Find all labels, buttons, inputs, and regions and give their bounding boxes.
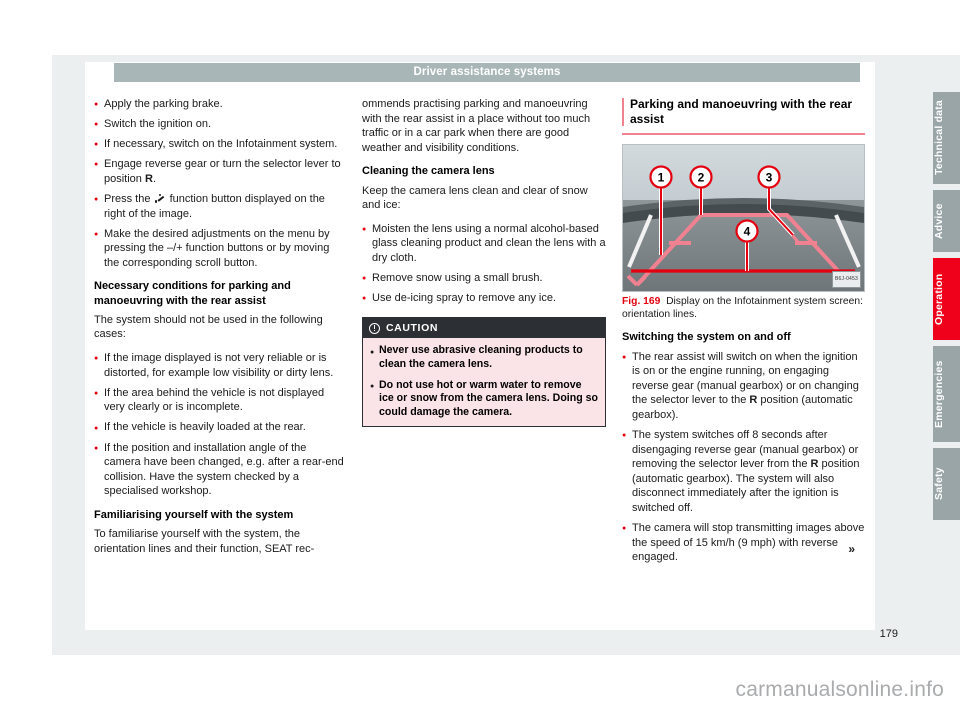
familiarising-text: To familiarise yourself with the system,… [94, 528, 315, 555]
heading-necessary-conditions: Necessary conditions for parking and man… [94, 280, 291, 307]
section-heading-parking-manoeuvring: Parking and manoeuvring with the rear as… [622, 97, 865, 127]
figure-169: 1 2 3 4 B6J-0453 Fig. 169 Display on the… [622, 144, 865, 321]
caution-header: CAUTION [363, 317, 605, 339]
text-pre: Engage reverse gear or turn the selector… [104, 158, 341, 185]
list-item: If the area behind the vehicle is not di… [94, 386, 346, 415]
running-header: Driver assistance systems [114, 63, 860, 82]
tab-advice[interactable]: Advice [933, 190, 960, 252]
rear-view-orientation-lines-graphic: 1 2 3 4 [623, 145, 864, 292]
tab-operation[interactable]: Operation [933, 258, 960, 340]
page-number: 179 [879, 628, 898, 640]
column-middle: ommends practising parking and manoeuvri… [362, 97, 608, 428]
callout-3: 3 [766, 171, 773, 185]
text-pre: The camera will stop transmitting images… [632, 522, 865, 564]
callout-4: 4 [744, 225, 751, 239]
function-button-icon [154, 194, 166, 203]
list-item: Use de-icing spray to remove any ice. [362, 291, 608, 306]
column-left: Apply the parking brake. Switch the igni… [94, 97, 346, 565]
column-right: Parking and manoeuvring with the rear as… [622, 97, 865, 570]
figure-caption-label: Fig. 169 [622, 296, 661, 308]
caution-body: Never use abrasive cleaning products to … [363, 338, 605, 426]
list-item: If the image displayed is not very relia… [94, 351, 346, 380]
heading-familiarising: Familiarising yourself with the system [94, 508, 294, 521]
text-post: . [152, 172, 156, 185]
callout-2: 2 [698, 171, 705, 185]
list-item-press-function-button: Press the function button displayed on t… [94, 192, 346, 221]
tab-emergencies[interactable]: Emergencies [933, 346, 960, 442]
list-item: Apply the parking brake. [94, 97, 346, 112]
list-item: Do not use hot or warm water to remove i… [370, 379, 598, 420]
manual-page: Driver assistance systems Apply the park… [0, 0, 960, 708]
list-item: Remove snow using a small brush. [362, 271, 608, 286]
figure-caption: Fig. 169 Display on the Infotainment sys… [622, 295, 865, 321]
text-pre: Press the [104, 192, 154, 205]
caution-box: CAUTION Never use abrasive cleaning prod… [362, 316, 606, 428]
heading-cleaning-lens: Cleaning the camera lens [362, 165, 495, 178]
list-item: The system switches off 8 seconds after … [622, 428, 865, 516]
cleaning-intro: Keep the camera lens clean and clear of … [362, 184, 588, 212]
list-item: Never use abrasive cleaning products to … [370, 344, 598, 371]
warning-circle-icon [369, 322, 380, 334]
list-item: If the position and installation angle o… [94, 441, 346, 499]
gear-position-label: R [144, 172, 153, 185]
continued-paragraph: ommends practising parking and manoeuvri… [362, 98, 591, 154]
tab-safety[interactable]: Safety [933, 448, 960, 520]
watermark: carmanualsonline.info [735, 678, 944, 701]
list-item: If the vehicle is heavily loaded at the … [94, 420, 346, 436]
heading-switching-on-off: Switching the system on and off [622, 331, 791, 344]
list-item: Moisten the lens using a normal alcohol-… [362, 222, 608, 266]
section-heading-rule [622, 133, 865, 136]
section-tabs: Technical data Advice Operation Emergenc… [933, 92, 960, 526]
list-item: The rear assist will switch on when the … [622, 350, 865, 423]
figure-code-label: B6J-0453 [831, 270, 861, 289]
conditions-intro: The system should not be used in the fol… [94, 313, 323, 341]
continuation-marker: » [848, 542, 855, 557]
list-item-engage-reverse: Engage reverse gear or turn the selector… [94, 157, 346, 186]
list-item: Switch the ignition on. [94, 117, 346, 132]
tab-technical-data[interactable]: Technical data [933, 92, 960, 184]
list-item: If necessary, switch on the Infotainment… [94, 137, 346, 152]
list-item: Make the desired adjustments on the menu… [94, 227, 346, 271]
list-item: The camera will stop transmitting images… [622, 521, 865, 565]
caution-title: CAUTION [386, 321, 439, 334]
callout-1: 1 [658, 171, 665, 185]
figure-image-rear-camera-display: 1 2 3 4 B6J-0453 [622, 144, 865, 293]
